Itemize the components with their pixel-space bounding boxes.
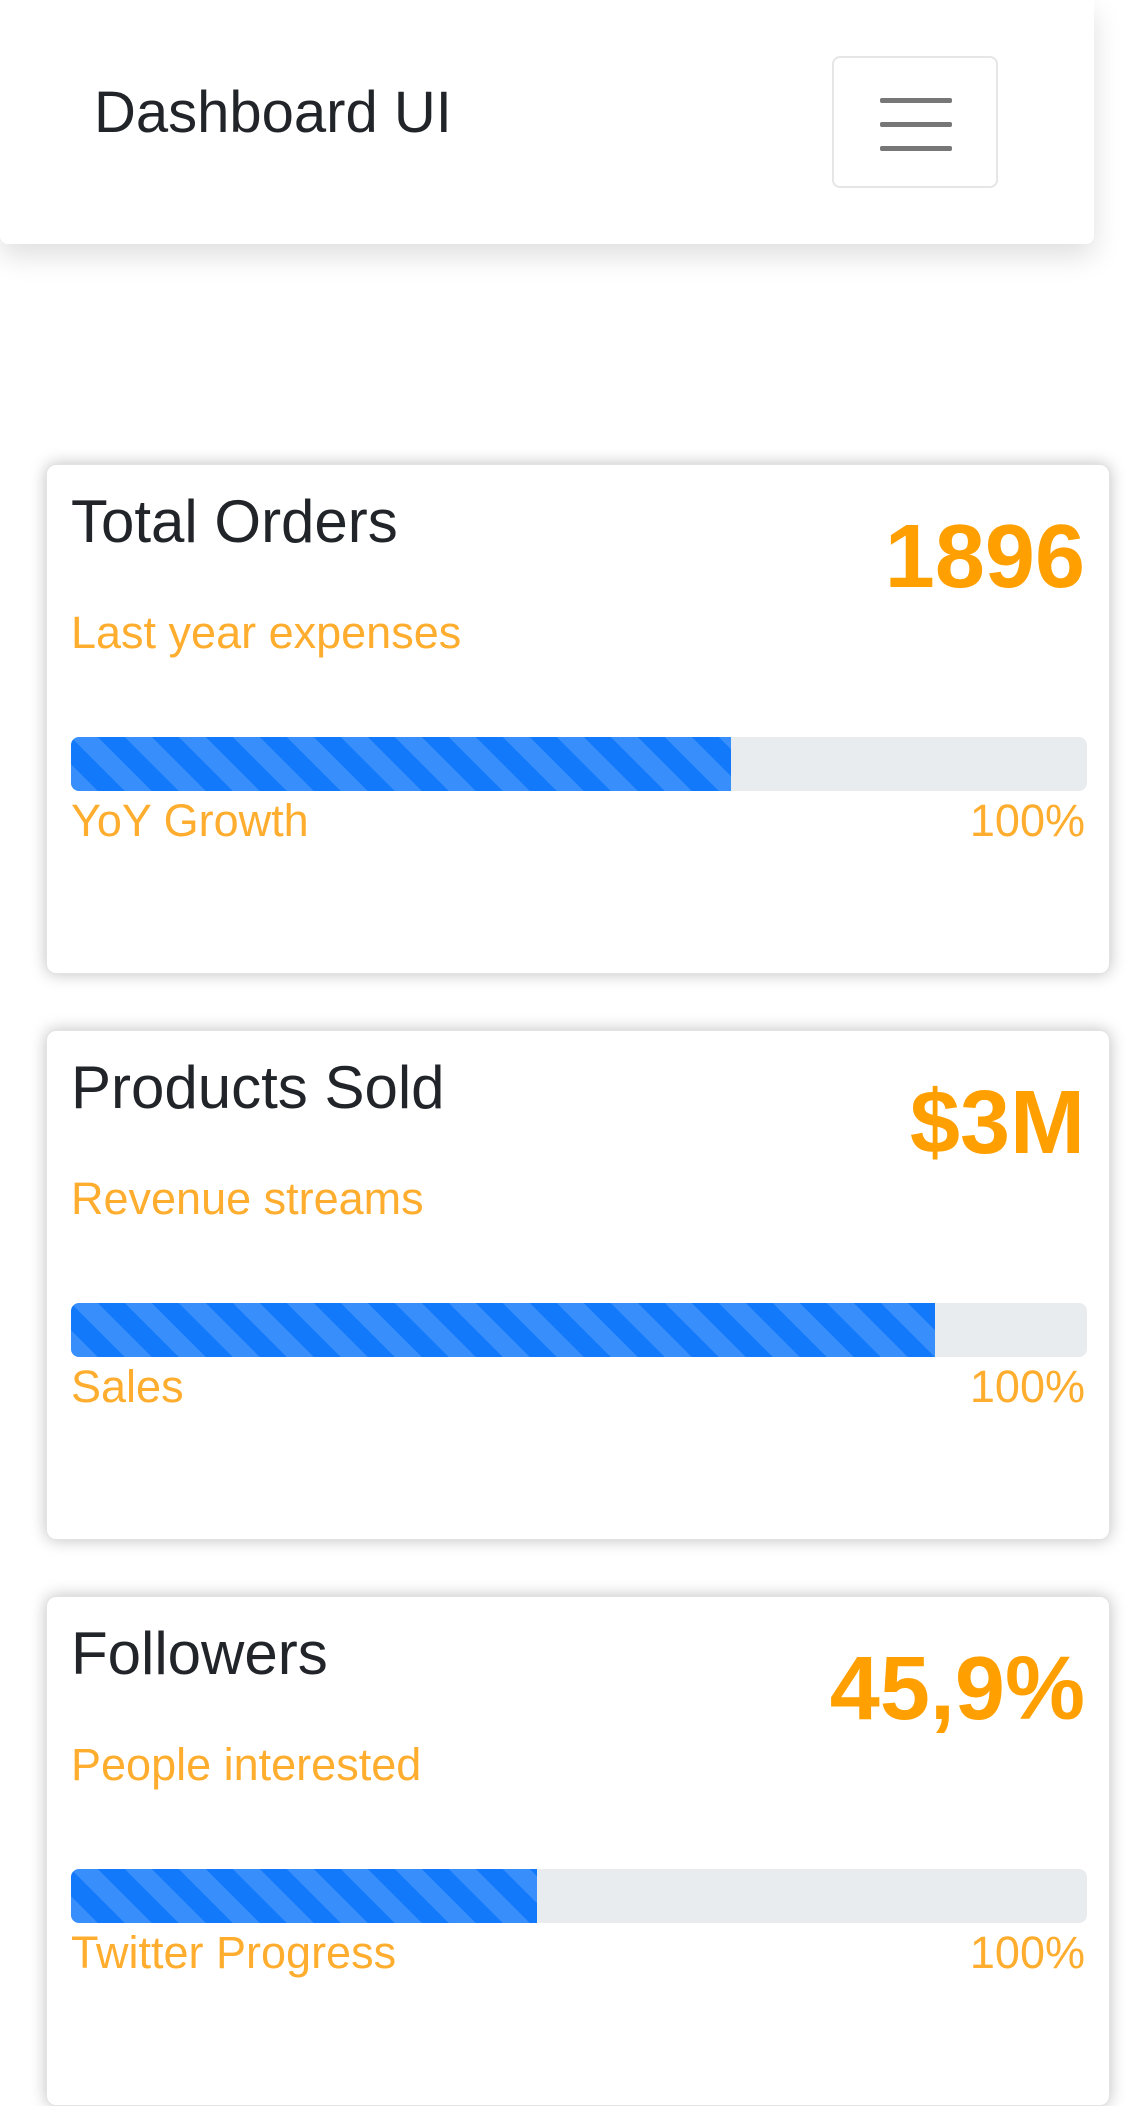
progress-label: Sales bbox=[71, 1361, 184, 1412]
card-subtitle: Revenue streams bbox=[71, 1173, 424, 1224]
navbar-toggler-button[interactable] bbox=[832, 56, 998, 188]
progress-max-text: 100% bbox=[969, 795, 1085, 846]
progress-bar bbox=[71, 737, 1087, 791]
card-subtitle: Last year expenses bbox=[71, 607, 462, 658]
progress-label: Twitter Progress bbox=[71, 1927, 397, 1978]
card-title: Total Orders bbox=[71, 488, 398, 555]
card-value: 45,9% bbox=[829, 1639, 1085, 1739]
card-followers: Followers 45,9% People interested Twitte… bbox=[46, 1596, 1110, 2106]
card-title: Products Sold bbox=[71, 1054, 445, 1121]
card-products-sold: Products Sold $3M Revenue streams Sales … bbox=[46, 1030, 1110, 1540]
card-title: Followers bbox=[71, 1620, 328, 1687]
progress-fill bbox=[71, 1303, 935, 1357]
progress-label: YoY Growth bbox=[71, 795, 309, 846]
progress-fill bbox=[71, 1869, 538, 1923]
navbar: Dashboard UI bbox=[0, 0, 1094, 244]
progress-max-text: 100% bbox=[969, 1361, 1085, 1412]
progress-max-text: 100% bbox=[969, 1927, 1085, 1978]
progress-fill bbox=[71, 737, 732, 791]
progress-bar bbox=[71, 1869, 1087, 1923]
card-value: 1896 bbox=[884, 507, 1085, 607]
hamburger-menu-icon bbox=[880, 98, 952, 103]
card-value: $3M bbox=[909, 1073, 1085, 1173]
card-total-orders: Total Orders 1896 Last year expenses YoY… bbox=[46, 464, 1110, 974]
progress-bar bbox=[71, 1303, 1087, 1357]
card-subtitle: People interested bbox=[71, 1739, 422, 1790]
navbar-brand[interactable]: Dashboard UI bbox=[94, 76, 452, 150]
